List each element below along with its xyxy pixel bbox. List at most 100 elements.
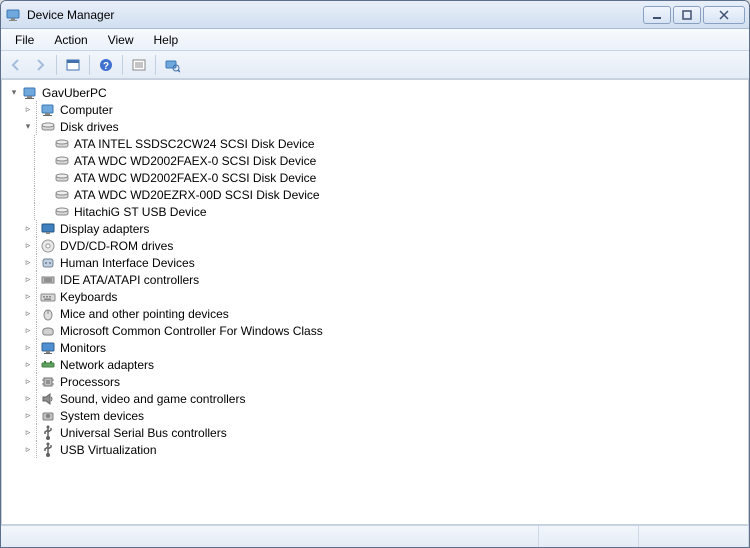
tree-category[interactable]: ▹ IDE ATA/ATAPI controllers — [6, 271, 748, 288]
show-hide-button[interactable] — [62, 54, 84, 76]
forward-button[interactable] — [29, 54, 51, 76]
tree-category[interactable]: ▹ Universal Serial Bus controllers — [6, 424, 748, 441]
tree-category[interactable]: ▹Human Interface Devices — [6, 254, 748, 271]
tree-node-label: IDE ATA/ATAPI controllers — [60, 273, 199, 287]
expand-icon[interactable]: ▹ — [22, 274, 34, 286]
expand-icon[interactable]: ▹ — [22, 104, 34, 116]
properties-button[interactable] — [128, 54, 150, 76]
tree-root[interactable]: ▾ GavUberPC — [6, 84, 748, 101]
tree-node-label: Display adapters — [60, 222, 149, 236]
menu-file[interactable]: File — [5, 30, 44, 50]
dvd-icon — [40, 238, 56, 254]
expand-icon[interactable]: ▹ — [22, 291, 34, 303]
expand-icon[interactable]: ▹ — [22, 325, 34, 337]
display-icon — [40, 221, 56, 237]
controller-icon — [40, 323, 56, 339]
tree-node-label: ATA WDC WD20EZRX-00D SCSI Disk Device — [74, 188, 320, 202]
tree-category[interactable]: ▹ Keyboards — [6, 288, 748, 305]
tree-category[interactable]: ▹ Network adapters — [6, 356, 748, 373]
tree-category[interactable]: ▹ Microsoft Common Controller For Windows… — [6, 322, 748, 339]
tree-device[interactable]: ATA WDC WD20EZRX-00D SCSI Disk Device — [6, 186, 748, 203]
toolbar-separator — [122, 55, 123, 75]
expand-icon[interactable]: ▹ — [22, 393, 34, 405]
computer-icon — [22, 85, 38, 101]
close-button[interactable] — [703, 6, 745, 24]
tree-node-label: System devices — [60, 409, 144, 423]
tree-device[interactable]: ATA INTEL SSDSC2CW24 SCSI Disk Device — [6, 135, 748, 152]
tree-node-label: Mice and other pointing devices — [60, 307, 229, 321]
expand-icon[interactable]: ▹ — [22, 257, 34, 269]
tree-node-label: GavUberPC — [42, 86, 107, 100]
collapse-icon[interactable]: ▾ — [8, 87, 20, 99]
tree-node-label: DVD/CD-ROM drives — [60, 239, 173, 253]
menubar: File Action View Help — [1, 29, 749, 51]
tree-category[interactable]: ▹ USB Virtualization — [6, 441, 748, 458]
tree-node-label: Keyboards — [60, 290, 117, 304]
disk-icon — [54, 170, 70, 186]
maximize-button[interactable] — [673, 6, 701, 24]
menu-help[interactable]: Help — [144, 30, 189, 50]
tree-category[interactable]: ▹ System devices — [6, 407, 748, 424]
expand-icon[interactable]: ▹ — [22, 240, 34, 252]
menu-view[interactable]: View — [98, 30, 144, 50]
expand-icon[interactable]: ▹ — [22, 342, 34, 354]
disk-icon — [40, 119, 56, 135]
titlebar[interactable]: Device Manager — [1, 1, 749, 29]
expand-icon[interactable]: ▹ — [22, 444, 34, 456]
expand-icon[interactable]: ▹ — [22, 223, 34, 235]
tree-device[interactable]: HitachiG ST USB Device — [6, 203, 748, 220]
toolbar: ? — [1, 51, 749, 79]
tree-category[interactable]: ▹ Mice and other pointing devices — [6, 305, 748, 322]
usb-icon — [40, 425, 56, 441]
tree-node-label: Processors — [60, 375, 120, 389]
tree-category[interactable]: ▹ Display adapters — [6, 220, 748, 237]
system-icon — [40, 408, 56, 424]
tree-node-label: ATA WDC WD2002FAEX-0 SCSI Disk Device — [74, 154, 316, 168]
scan-hardware-button[interactable] — [161, 54, 183, 76]
tree-node-label: Disk drives — [60, 120, 119, 134]
svg-text:?: ? — [103, 61, 109, 72]
tree-node-label: Network adapters — [60, 358, 154, 372]
statusbar — [1, 525, 749, 547]
tree-node-label: HitachiG ST USB Device — [74, 205, 207, 219]
window-title: Device Manager — [27, 8, 643, 22]
network-icon — [40, 357, 56, 373]
tree-category[interactable]: ▹ Computer — [6, 101, 748, 118]
sound-icon — [40, 391, 56, 407]
tree-node-label: Computer — [60, 103, 113, 117]
expand-icon[interactable]: ▹ — [22, 410, 34, 422]
expand-icon[interactable]: ▹ — [22, 308, 34, 320]
usb-icon — [40, 442, 56, 458]
toolbar-separator — [155, 55, 156, 75]
tree-category[interactable]: ▹ Processors — [6, 373, 748, 390]
expand-icon[interactable]: ▹ — [22, 359, 34, 371]
minimize-button[interactable] — [643, 6, 671, 24]
processor-icon — [40, 374, 56, 390]
app-icon — [5, 7, 21, 23]
tree-category[interactable]: ▹Monitors — [6, 339, 748, 356]
tree-node-label: Microsoft Common Controller For Windows … — [60, 324, 323, 338]
disk-icon — [54, 187, 70, 203]
device-manager-window: Device Manager File Action View Help ? ▾… — [0, 0, 750, 548]
tree-device[interactable]: ATA WDC WD2002FAEX-0 SCSI Disk Device — [6, 152, 748, 169]
expand-icon[interactable]: ▹ — [22, 427, 34, 439]
back-button[interactable] — [5, 54, 27, 76]
tree-category[interactable]: ▾ Disk drives — [6, 118, 748, 135]
ide-icon — [40, 272, 56, 288]
tree-node-label: ATA INTEL SSDSC2CW24 SCSI Disk Device — [74, 137, 315, 151]
help-button[interactable]: ? — [95, 54, 117, 76]
expand-icon[interactable]: ▾ — [22, 121, 34, 133]
tree-device[interactable]: ATA WDC WD2002FAEX-0 SCSI Disk Device — [6, 169, 748, 186]
hid-icon — [40, 255, 56, 271]
expand-icon[interactable]: ▹ — [22, 376, 34, 388]
disk-icon — [54, 136, 70, 152]
device-tree[interactable]: ▾ GavUberPC ▹ Computer ▾ Disk drives ATA INTEL… — [1, 79, 749, 525]
tree-category[interactable]: ▹ DVD/CD-ROM drives — [6, 237, 748, 254]
tree-node-label: USB Virtualization — [60, 443, 157, 457]
tree-node-label: ATA WDC WD2002FAEX-0 SCSI Disk Device — [74, 171, 316, 185]
tree-node-label: Universal Serial Bus controllers — [60, 426, 227, 440]
menu-action[interactable]: Action — [44, 30, 97, 50]
monitor-icon — [40, 340, 56, 356]
tree-category[interactable]: ▹Sound, video and game controllers — [6, 390, 748, 407]
keyboard-icon — [40, 289, 56, 305]
